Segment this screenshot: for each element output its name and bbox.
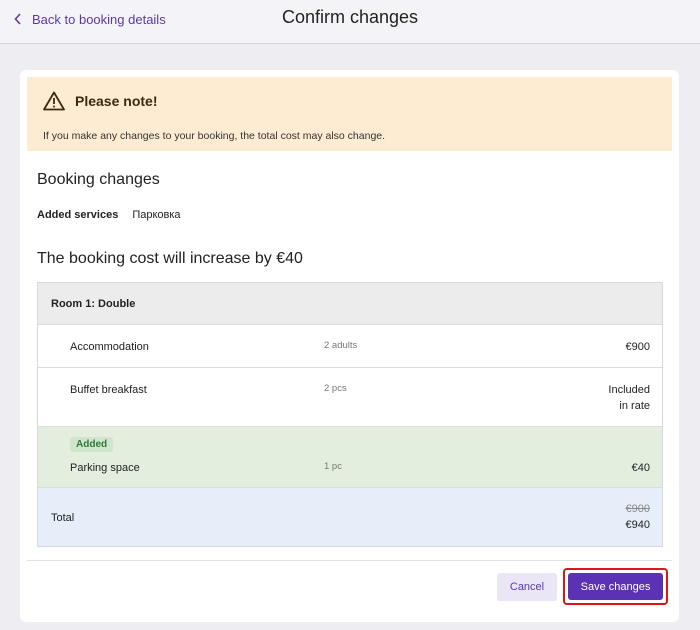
top-bar: Back to booking details Confirm changes — [0, 0, 700, 44]
cost-increase-title: The booking cost will increase by €40 — [37, 250, 303, 267]
added-services-row: Added services Парковка — [37, 209, 181, 221]
table-row: Buffet breakfast 2 pcs Included in rate — [38, 368, 662, 427]
added-badge: Added — [70, 437, 114, 452]
table-row-added: Added Parking space 1 pc €40 — [38, 427, 662, 488]
footer-divider — [27, 560, 672, 561]
row-qty: 2 pcs — [324, 383, 347, 394]
notice-banner: Please note! If you make any changes to … — [27, 77, 672, 151]
confirm-changes-card: Please note! If you make any changes to … — [20, 70, 679, 622]
total-price: €900 €940 — [626, 501, 650, 533]
price-line-2: in rate — [619, 400, 650, 412]
added-services-label: Added services — [37, 209, 119, 221]
row-qty: 2 adults — [324, 340, 358, 351]
save-changes-button[interactable]: Save changes — [568, 573, 663, 600]
total-label: Total — [51, 512, 75, 524]
row-name: Parking space — [70, 462, 140, 474]
total-row: Total €900 €940 — [38, 488, 662, 546]
cancel-button[interactable]: Cancel — [497, 573, 557, 601]
notice-text: If you make any changes to your booking,… — [43, 130, 386, 142]
row-qty: 1 pc — [324, 461, 342, 472]
room-header-row: Room 1: Double — [38, 283, 662, 325]
new-total-price: €940 — [625, 519, 650, 531]
cost-table: Room 1: Double Accommodation 2 adults €9… — [37, 282, 663, 547]
row-price: Included in rate — [608, 382, 650, 414]
row-name: Buffet breakfast — [70, 384, 147, 396]
row-name: Accommodation — [70, 341, 149, 353]
save-button-highlight: Save changes — [563, 568, 668, 605]
warning-icon — [43, 91, 65, 111]
added-services-value: Парковка — [132, 209, 181, 221]
notice-title: Please note! — [75, 93, 158, 109]
booking-changes-title: Booking changes — [37, 171, 160, 188]
row-price: €900 — [625, 341, 650, 353]
table-row: Accommodation 2 adults €900 — [38, 325, 662, 368]
old-total-price: €900 — [625, 503, 650, 515]
room-title: Room 1: Double — [51, 298, 136, 310]
row-price: €40 — [631, 462, 650, 474]
price-line-1: Included — [608, 384, 650, 396]
page-title: Confirm changes — [281, 7, 419, 27]
